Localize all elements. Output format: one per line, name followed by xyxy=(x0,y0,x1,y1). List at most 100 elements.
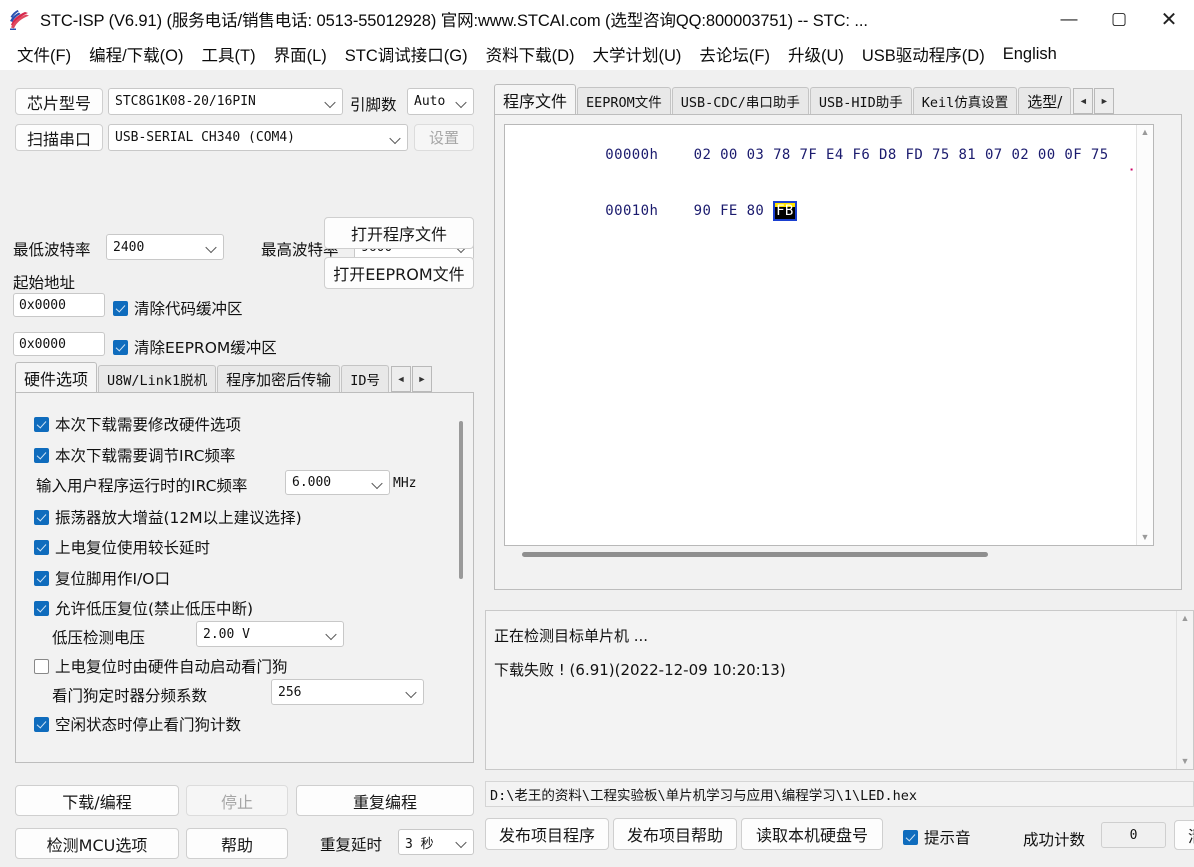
options-scrollbar[interactable] xyxy=(459,421,463,579)
tab-selection[interactable]: 选型/ xyxy=(1018,87,1072,114)
tab-eeprom-file[interactable]: EEPROM文件 xyxy=(577,87,671,114)
chevron-down-icon xyxy=(326,97,335,106)
log-line: 正在检测目标单片机 ... xyxy=(494,627,649,645)
read-disk-id-button[interactable]: 读取本机硬盘号 xyxy=(741,818,883,850)
menu-forum[interactable]: 去论坛(F) xyxy=(690,42,779,66)
tab-next-button[interactable]: ► xyxy=(1094,88,1115,114)
menu-interface[interactable]: 界面(L) xyxy=(265,42,336,66)
publish-project-program-button[interactable]: 发布项目程序 xyxy=(485,818,609,850)
checkbox-icon xyxy=(113,339,128,355)
irc-frequency-label: 输入用户程序运行时的IRC频率 xyxy=(36,477,248,495)
tab-encrypted-transfer[interactable]: 程序加密后传输 xyxy=(217,365,341,392)
checkbox-icon xyxy=(34,600,49,616)
option-auto-watchdog-checkbox[interactable]: 上电复位时由硬件自动启动看门狗 xyxy=(34,655,288,677)
stc-logo-icon xyxy=(8,7,34,31)
status-log[interactable]: 正在检测目标单片机 ... 下载失败 ! (6.91)(2022-12-09 1… xyxy=(485,610,1194,770)
irc-frequency-value: 6.000 xyxy=(292,475,332,490)
hex-horizontal-scrollbar[interactable] xyxy=(504,546,1154,560)
repeat-delay-combo[interactable]: 3 秒 xyxy=(398,829,474,855)
tab-prev-button[interactable]: ◄ xyxy=(390,366,411,392)
hex-bytes: 02 00 03 78 7F E4 F6 D8 FD 75 81 07 02 0… xyxy=(693,147,1109,163)
publish-project-help-button[interactable]: 发布项目帮助 xyxy=(613,818,737,850)
eeprom-start-address-value: 0x0000 xyxy=(19,336,66,352)
tab-usb-cdc-serial[interactable]: USB-CDC/串口助手 xyxy=(671,87,809,114)
hex-selected-byte[interactable]: FB xyxy=(773,201,797,221)
menu-stc-debug[interactable]: STC调试接口(G) xyxy=(336,42,477,66)
option-modify-hardware-checkbox[interactable]: 本次下载需要修改硬件选项 xyxy=(34,413,241,435)
checkbox-icon xyxy=(34,570,49,586)
reset-count-button[interactable]: 清零 xyxy=(1174,820,1194,850)
right-panel: 程序文件 EEPROM文件 USB-CDC/串口助手 USB-HID助手 Kei… xyxy=(482,72,1194,867)
menu-english[interactable]: English xyxy=(994,45,1066,64)
success-count-box: 0 xyxy=(1101,822,1166,848)
hex-vertical-scrollbar[interactable]: ▲ ▼ xyxy=(1136,125,1153,545)
beep-checkbox[interactable]: 提示音 xyxy=(903,826,971,848)
menu-file[interactable]: 文件(F) xyxy=(8,42,80,66)
pin-count-combo[interactable]: Auto xyxy=(407,88,474,115)
menu-upgrade[interactable]: 升级(U) xyxy=(779,42,853,66)
tab-program-file[interactable]: 程序文件 xyxy=(494,84,577,114)
option-label: 空闲状态时停止看门狗计数 xyxy=(55,716,242,734)
scroll-up-icon[interactable]: ▲ xyxy=(1181,611,1190,626)
serial-port-combo[interactable]: USB-SERIAL CH340 (COM4) xyxy=(108,124,408,151)
eeprom-start-address-input[interactable]: 0x0000 xyxy=(13,332,105,356)
chip-model-button[interactable]: 芯片型号 xyxy=(15,88,103,115)
menu-university[interactable]: 大学计划(U) xyxy=(583,42,690,66)
stc-isp-window: STC-ISP (V6.91) (服务电话/销售电话: 0513-5501292… xyxy=(0,0,1194,867)
detect-mcu-options-button[interactable]: 检测MCU选项 xyxy=(15,828,179,859)
stop-button[interactable]: 停止 xyxy=(186,785,288,816)
open-program-file-button[interactable]: 打开程序文件 xyxy=(324,217,474,249)
option-reset-pin-as-io-checkbox[interactable]: 复位脚用作I/O口 xyxy=(34,567,170,589)
download-program-button[interactable]: 下载/编程 xyxy=(15,785,179,816)
log-vertical-scrollbar[interactable]: ▲ ▼ xyxy=(1176,611,1193,769)
checkbox-icon xyxy=(903,829,918,845)
menu-program[interactable]: 编程/下载(O) xyxy=(80,42,192,66)
tab-u8w-link1[interactable]: U8W/Link1脱机 xyxy=(98,365,217,392)
tab-usb-hid[interactable]: USB-HID助手 xyxy=(809,87,912,114)
scroll-up-icon[interactable]: ▲ xyxy=(1141,125,1150,140)
scan-port-button[interactable]: 扫描串口 xyxy=(15,124,103,151)
scroll-down-icon[interactable]: ▼ xyxy=(1141,530,1150,545)
tab-hardware-options[interactable]: 硬件选项 xyxy=(15,362,98,392)
repeat-program-button[interactable]: 重复编程 xyxy=(296,785,474,816)
menu-usb-driver[interactable]: USB驱动程序(D) xyxy=(853,42,994,66)
hex-address: 00010h xyxy=(605,203,659,219)
tab-id-number[interactable]: ID号 xyxy=(341,365,389,392)
port-settings-button[interactable]: 设置 xyxy=(414,124,474,151)
beep-label: 提示音 xyxy=(924,829,971,847)
start-address-label: 起始地址 xyxy=(13,274,76,292)
tab-prev-button[interactable]: ◄ xyxy=(1073,88,1094,114)
tab-keil-sim[interactable]: Keil仿真设置 xyxy=(912,87,1018,114)
minimize-button[interactable]: — xyxy=(1044,0,1094,38)
repeat-delay-value: 3 秒 xyxy=(405,836,434,852)
hex-caret-marker: ▪ xyxy=(1130,165,1133,174)
tab-next-button[interactable]: ► xyxy=(411,366,432,392)
clear-eeprom-buffer-checkbox[interactable]: 清除EEPROM缓冲区 xyxy=(113,336,277,358)
close-button[interactable]: ✕ xyxy=(1144,0,1194,38)
open-eeprom-file-button[interactable]: 打开EEPROM文件 xyxy=(324,257,474,289)
left-tabstrip: 硬件选项 U8W/Link1脱机 程序加密后传输 ID号 ◄ ► xyxy=(15,362,432,392)
scrollbar-thumb[interactable] xyxy=(522,552,988,557)
option-idle-stop-watchdog-checkbox[interactable]: 空闲状态时停止看门狗计数 xyxy=(34,713,241,735)
min-baud-combo[interactable]: 2400 xyxy=(106,234,224,260)
watchdog-prescaler-combo[interactable]: 256 xyxy=(271,679,424,705)
hex-row: 00000h 02 00 03 78 7F E4 F6 D8 FD 75 81 … xyxy=(517,131,1109,179)
code-start-address-value: 0x0000 xyxy=(19,297,66,313)
option-long-power-on-reset-checkbox[interactable]: 上电复位使用较长延时 xyxy=(34,536,210,558)
low-voltage-detect-combo[interactable]: 2.00 V xyxy=(196,621,344,647)
irc-frequency-combo[interactable]: 6.000 xyxy=(285,470,390,495)
option-low-voltage-reset-checkbox[interactable]: 允许低压复位(禁止低压中断) xyxy=(34,597,253,619)
checkbox-icon xyxy=(34,416,49,432)
clear-code-buffer-checkbox[interactable]: 清除代码缓冲区 xyxy=(113,297,243,319)
hex-editor[interactable]: 00000h 02 00 03 78 7F E4 F6 D8 FD 75 81 … xyxy=(504,124,1154,546)
scroll-down-icon[interactable]: ▼ xyxy=(1181,754,1190,769)
code-start-address-input[interactable]: 0x0000 xyxy=(13,293,105,317)
menu-downloads[interactable]: 资料下载(D) xyxy=(477,42,584,66)
option-oscillator-gain-checkbox[interactable]: 振荡器放大增益(12M以上建议选择) xyxy=(34,506,302,528)
repeat-delay-label: 重复延时 xyxy=(320,836,383,854)
maximize-button[interactable]: ▢ xyxy=(1094,0,1144,38)
option-adjust-irc-checkbox[interactable]: 本次下载需要调节IRC频率 xyxy=(34,444,235,466)
chip-model-combo[interactable]: STC8G1K08-20/16PIN xyxy=(108,88,343,115)
help-button[interactable]: 帮助 xyxy=(186,828,288,859)
menu-tools[interactable]: 工具(T) xyxy=(193,42,265,66)
